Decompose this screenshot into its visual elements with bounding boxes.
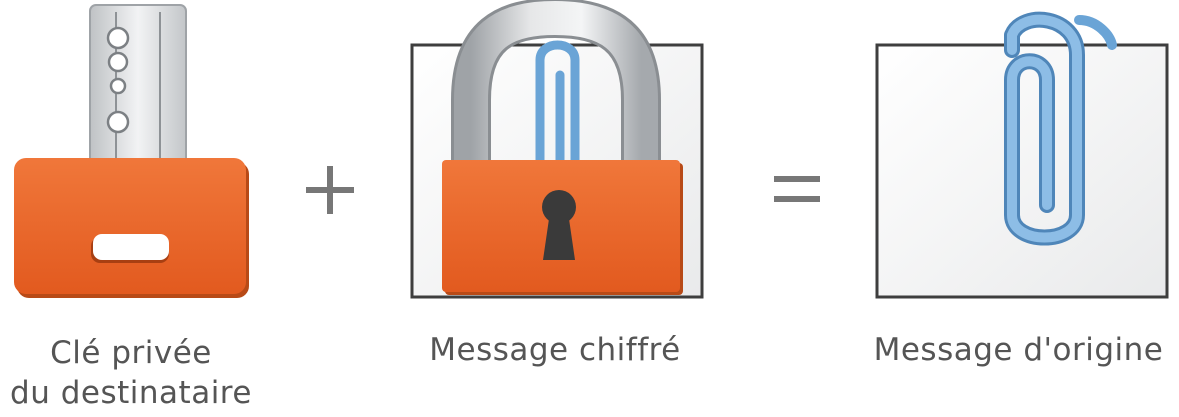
private-key-label-line-1: Clé privée [50,335,212,371]
decryption-diagram: Clé privée du destinataire Message chiff… [0,0,1179,417]
encrypted-message-label: Message chiffré [400,330,710,370]
equals-icon [774,176,820,202]
plus-icon [306,166,354,214]
original-message-label: Message d'origine [858,330,1179,370]
private-key-label-line-2: du destinataire [10,375,252,411]
original-message-label-line-1: Message d'origine [873,332,1164,368]
locked-message-icon [410,0,704,299]
key-icon [14,4,249,298]
paperclip-document-icon [875,11,1169,299]
encrypted-message-label-line-1: Message chiffré [429,332,681,368]
private-key-label: Clé privée du destinataire [0,333,262,413]
